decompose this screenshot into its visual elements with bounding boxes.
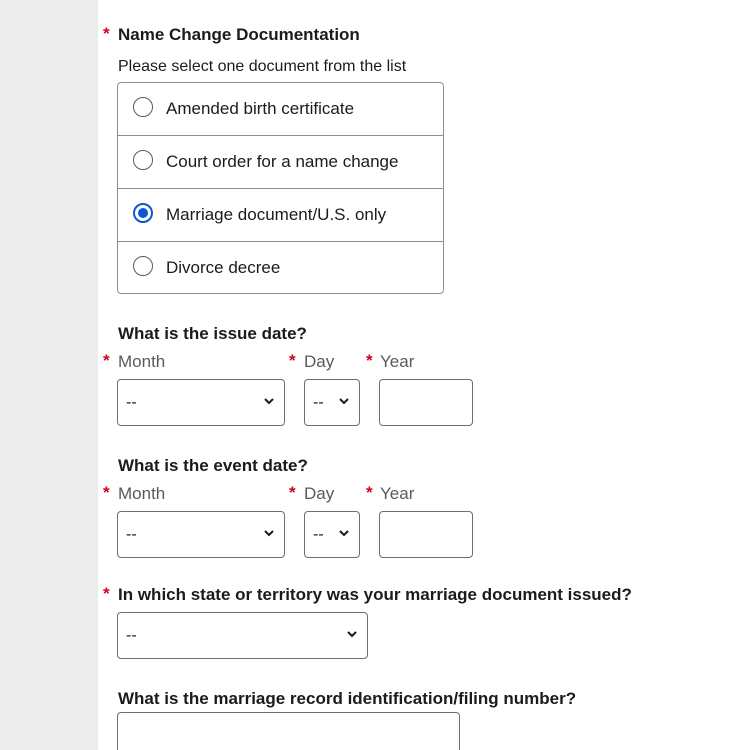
chevron-down-icon (339, 530, 349, 537)
radio-button[interactable] (133, 150, 153, 170)
select-value: -- (313, 394, 324, 411)
event-month-label: Month (118, 484, 166, 503)
required-marker: * (103, 584, 110, 603)
state-select[interactable]: -- (117, 612, 368, 659)
required-marker: * (366, 483, 373, 502)
issue-year-label: Year (380, 352, 415, 371)
radio-option-marriage-document[interactable]: Marriage document/U.S. only (118, 189, 443, 242)
required-marker: * (289, 351, 296, 370)
radio-label: Court order for a name change (166, 152, 399, 171)
issue-year-input[interactable] (379, 379, 473, 426)
required-marker: * (366, 351, 373, 370)
radio-label: Amended birth certificate (166, 99, 355, 118)
event-month-select[interactable]: -- (117, 511, 285, 558)
issue-month-select[interactable]: -- (117, 379, 285, 426)
issue-date-title: What is the issue date? (118, 324, 307, 343)
required-marker: * (289, 483, 296, 502)
doc-section-title: Name Change Documentation (118, 25, 360, 44)
record-number-input[interactable] (117, 712, 460, 750)
left-gutter (0, 0, 98, 750)
state-question-title: In which state or territory was your mar… (118, 585, 632, 604)
event-day-label: Day (304, 484, 335, 503)
radio-label: Marriage document/U.S. only (166, 205, 387, 224)
radio-option-court-order[interactable]: Court order for a name change (118, 136, 443, 189)
event-date-title: What is the event date? (118, 456, 308, 475)
event-year-label: Year (380, 484, 415, 503)
required-marker: * (103, 351, 110, 370)
radio-button[interactable] (133, 256, 153, 276)
record-number-title: What is the marriage record identificati… (118, 689, 577, 708)
select-value: -- (126, 627, 137, 644)
select-value: -- (126, 526, 137, 543)
issue-day-select[interactable]: -- (304, 379, 360, 426)
chevron-down-icon (347, 631, 357, 638)
required-marker: * (103, 483, 110, 502)
select-value: -- (126, 394, 137, 411)
required-marker: * (103, 24, 110, 43)
issue-month-label: Month (118, 352, 166, 371)
select-value: -- (313, 526, 324, 543)
doc-section-hint: Please select one document from the list (118, 58, 407, 75)
radio-option-amended-birth-certificate[interactable]: Amended birth certificate (118, 83, 443, 136)
radio-button-selected[interactable] (133, 203, 153, 223)
chevron-down-icon (339, 398, 349, 405)
document-radio-group: Amended birth certificate Court order fo… (117, 82, 444, 294)
radio-button[interactable] (133, 97, 153, 117)
event-day-select[interactable]: -- (304, 511, 360, 558)
chevron-down-icon (264, 530, 274, 537)
event-year-input[interactable] (379, 511, 473, 558)
radio-label: Divorce decree (166, 258, 281, 277)
chevron-down-icon (264, 398, 274, 405)
issue-day-label: Day (304, 352, 335, 371)
radio-option-divorce-decree[interactable]: Divorce decree (118, 242, 443, 295)
